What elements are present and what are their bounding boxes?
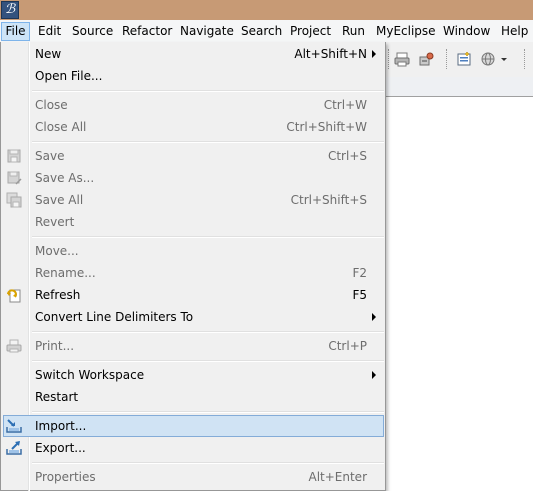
submenu-arrow-icon <box>372 50 376 58</box>
menu-separator <box>32 462 384 464</box>
menu-window[interactable]: Window <box>443 22 490 41</box>
toolbar-separator <box>446 49 447 69</box>
menu-item-refresh[interactable]: Refresh F5 <box>3 284 384 306</box>
export-icon <box>6 441 22 455</box>
menu-item-label: Properties <box>35 470 96 484</box>
menu-separator <box>32 360 384 362</box>
save-as-icon <box>7 171 22 185</box>
menu-item-save-as[interactable]: Save As... <box>3 167 384 189</box>
menu-item-label: Close All <box>35 120 87 134</box>
submenu-arrow-icon <box>372 371 376 379</box>
menu-item-shortcut: Ctrl+P <box>328 339 367 353</box>
menu-item-label: Save As... <box>35 171 95 185</box>
menu-item-import[interactable]: Import... <box>3 415 384 437</box>
menu-item-label: Close <box>35 98 68 112</box>
globe-icon[interactable] <box>480 51 496 67</box>
menu-item-properties[interactable]: Properties Alt+Enter <box>3 466 384 488</box>
editor-area <box>386 98 533 491</box>
menu-item-restart[interactable]: Restart <box>3 386 384 408</box>
menu-item-label: Move... <box>35 244 79 258</box>
myeclipse-logo-icon[interactable]: ℬ <box>1 1 19 19</box>
menu-item-label: Convert Line Delimiters To <box>35 310 194 324</box>
menu-item-shortcut: F5 <box>352 288 367 302</box>
title-bar: ℬ <box>0 0 533 20</box>
menu-separator <box>32 90 384 92</box>
save-all-icon <box>6 192 22 208</box>
menu-item-switch-workspace[interactable]: Switch Workspace <box>3 364 384 386</box>
menu-item-move[interactable]: Move... <box>3 240 384 262</box>
menu-item-label: Save <box>35 149 65 163</box>
menu-item-label: Rename... <box>35 266 96 280</box>
menu-separator <box>32 331 384 333</box>
menu-item-save-all[interactable]: Save All Ctrl+Shift+S <box>3 189 384 211</box>
toolbar-separator <box>388 49 389 69</box>
menu-item-open-file[interactable]: Open File... <box>3 65 384 87</box>
menu-source[interactable]: Source <box>72 22 113 41</box>
menu-item-shortcut: Ctrl+W <box>323 98 367 112</box>
menu-separator <box>32 411 384 413</box>
menu-file[interactable]: File <box>1 22 30 41</box>
file-menu-dropdown: New Alt+Shift+N Open File... Close Ctrl+… <box>0 42 386 491</box>
menu-item-rename[interactable]: Rename... F2 <box>3 262 384 284</box>
menu-item-close[interactable]: Close Ctrl+W <box>3 94 384 116</box>
menu-bar: File Edit Source Refactor Navigate Searc… <box>0 20 533 42</box>
menu-item-print[interactable]: Print... Ctrl+P <box>3 335 384 357</box>
menu-separator <box>32 236 384 238</box>
menu-search[interactable]: Search <box>241 22 282 41</box>
menu-item-label: New <box>35 47 62 61</box>
print-icon[interactable] <box>394 51 410 67</box>
menu-item-label: Open File... <box>35 69 103 83</box>
save-icon <box>7 149 21 163</box>
menu-item-new[interactable]: New Alt+Shift+N <box>3 43 384 65</box>
menu-item-shortcut: Alt+Enter <box>308 470 367 484</box>
editor-tab-strip <box>386 77 533 97</box>
submenu-arrow-icon <box>372 313 376 321</box>
menu-item-label: Refresh <box>35 288 81 302</box>
menu-item-revert[interactable]: Revert <box>3 211 384 233</box>
print-icon <box>6 339 22 353</box>
menu-item-shortcut: Ctrl+S <box>327 149 367 163</box>
menu-project[interactable]: Project <box>290 22 331 41</box>
menu-item-label: Revert <box>35 215 75 229</box>
deploy-icon[interactable] <box>418 51 434 67</box>
menu-item-label: Export... <box>35 441 86 455</box>
menu-item-label: Print... <box>35 339 75 353</box>
menu-item-shortcut: F2 <box>352 266 367 280</box>
menu-item-label: Import... <box>35 419 87 433</box>
menu-myeclipse[interactable]: MyEclipse <box>376 22 436 41</box>
new-project-icon[interactable] <box>456 51 472 67</box>
refresh-icon <box>7 289 21 303</box>
menu-item-label: Switch Workspace <box>35 368 145 382</box>
menu-item-close-all[interactable]: Close All Ctrl+Shift+W <box>3 116 384 138</box>
menu-run[interactable]: Run <box>342 22 365 41</box>
menu-navigate[interactable]: Navigate <box>180 22 234 41</box>
menu-item-convert-line-delimiters[interactable]: Convert Line Delimiters To <box>3 306 384 328</box>
menu-item-shortcut: Alt+Shift+N <box>294 47 367 61</box>
main-toolbar <box>386 42 533 77</box>
menu-edit[interactable]: Edit <box>38 22 61 41</box>
menu-item-shortcut: Ctrl+Shift+W <box>286 120 367 134</box>
menu-item-save[interactable]: Save Ctrl+S <box>3 145 384 167</box>
menu-item-shortcut: Ctrl+Shift+S <box>290 193 367 207</box>
menu-separator <box>32 141 384 143</box>
menu-help[interactable]: Help <box>501 22 528 41</box>
dropdown-arrow-icon[interactable] <box>500 51 508 67</box>
import-icon <box>6 419 22 433</box>
menu-refactor[interactable]: Refactor <box>122 22 172 41</box>
menu-item-export[interactable]: Export... <box>3 437 384 459</box>
toolbar-separator <box>524 49 525 69</box>
menu-item-label: Restart <box>35 390 79 404</box>
menu-item-label: Save All <box>35 193 84 207</box>
